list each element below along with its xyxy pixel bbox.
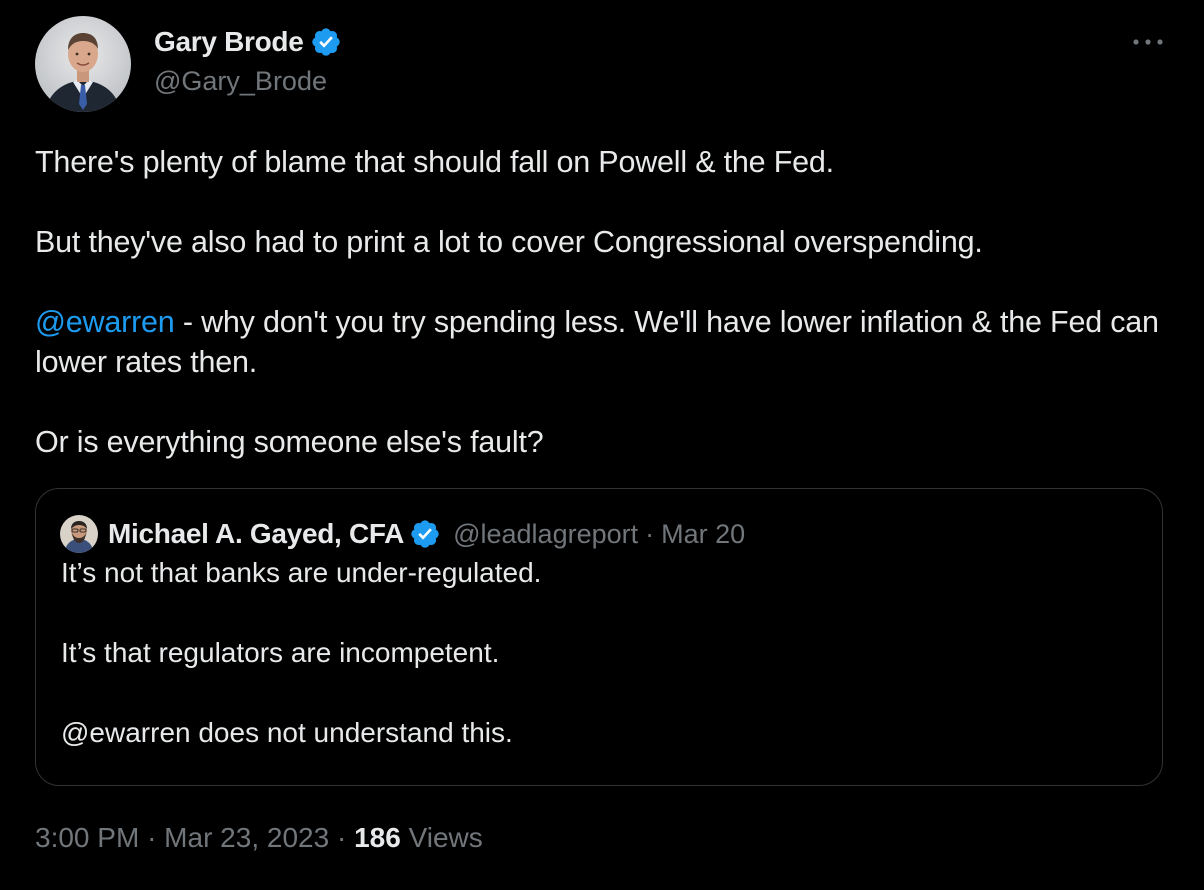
author-handle[interactable]: @Gary_Brode bbox=[154, 66, 342, 97]
author-avatar[interactable] bbox=[35, 16, 131, 112]
tweet-paragraph-text: - why don't you try spending less. We'll… bbox=[35, 305, 1159, 379]
verified-badge-icon bbox=[409, 518, 441, 550]
quoted-tweet-line: @ewarren does not understand this. bbox=[61, 717, 513, 748]
tweet-paragraph: But they've also had to print a lot to c… bbox=[35, 225, 983, 259]
views-count: 186 bbox=[354, 822, 401, 853]
quoted-author-display-name[interactable]: Michael A. Gayed, CFA bbox=[108, 518, 404, 550]
author-names: Gary Brode @Gary_Brode bbox=[154, 26, 342, 97]
tweet-paragraph-with-mention: @ewarren - why don't you try spending le… bbox=[35, 302, 1175, 382]
separator-dot: · bbox=[147, 822, 157, 853]
tweet-paragraph: There's plenty of blame that should fall… bbox=[35, 145, 834, 179]
separator-dot: · bbox=[336, 822, 347, 853]
views-label: Views bbox=[408, 822, 483, 853]
tweet-meta: 3:00 PM · Mar 23, 2023 · 186 Views bbox=[35, 822, 483, 854]
quoted-tweet[interactable]: Michael A. Gayed, CFA @leadlagreport · M… bbox=[35, 488, 1163, 786]
quoted-tweet-line: It’s that regulators are incompetent. bbox=[61, 637, 500, 668]
tweet-date[interactable]: Mar 23, 2023 bbox=[164, 822, 329, 853]
quoted-author-avatar[interactable] bbox=[60, 515, 98, 553]
display-name-row: Gary Brode bbox=[154, 26, 342, 58]
quoted-tweet-line: It’s not that banks are under-regulated. bbox=[61, 557, 542, 588]
tweet-time[interactable]: 3:00 PM bbox=[35, 822, 139, 853]
quoted-tweet-text: It’s not that banks are under-regulated.… bbox=[61, 553, 1141, 753]
mention-link[interactable]: @ewarren bbox=[35, 305, 175, 339]
quoted-tweet-date[interactable]: Mar 20 bbox=[661, 519, 745, 550]
separator-dot: · bbox=[645, 518, 655, 549]
tweet-paragraph: Or is everything someone else's fault? bbox=[35, 425, 544, 459]
tweet: Gary Brode @Gary_Brode There's plenty of… bbox=[0, 0, 1204, 890]
quoted-tweet-header: Michael A. Gayed, CFA @leadlagreport · M… bbox=[60, 515, 745, 553]
author-display-name[interactable]: Gary Brode bbox=[154, 26, 304, 58]
verified-badge-icon bbox=[310, 26, 342, 58]
quoted-author-handle[interactable]: @leadlagreport bbox=[453, 519, 638, 550]
more-options-icon[interactable] bbox=[1128, 30, 1168, 54]
tweet-header: Gary Brode @Gary_Brode bbox=[35, 16, 342, 112]
tweet-text: There's plenty of blame that should fall… bbox=[35, 142, 1175, 462]
